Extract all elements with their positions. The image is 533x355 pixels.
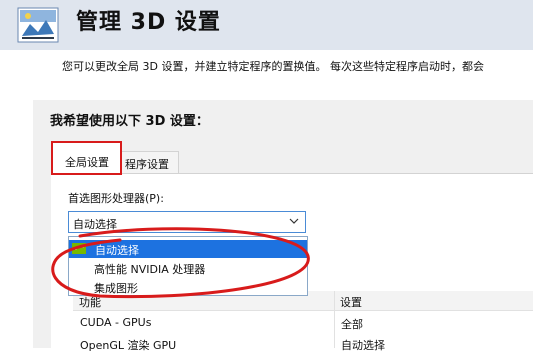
processor-dropdown-list: 自动选择 高性能 NVIDIA 处理器 集成图形 [68, 236, 308, 296]
preferred-processor-label: 首选图形处理器(P): [68, 192, 164, 205]
table-row[interactable]: CUDA - GPUs 全部 [73, 312, 533, 334]
tab-label: 全局设置 [65, 156, 109, 169]
option-label: 集成图形 [94, 282, 138, 295]
panel-title: 我希望使用以下 3D 设置： [50, 114, 209, 129]
chevron-down-icon [289, 218, 299, 224]
preferred-processor-select[interactable]: 自动选择 [68, 211, 306, 233]
column-header-feature: 功能 [79, 296, 101, 309]
page-title: 管理 3D 设置 [76, 10, 221, 35]
nvidia-icon [72, 243, 86, 254]
option-label: 自动选择 [95, 244, 139, 257]
table-row[interactable]: OpenGL 渲染 GPU 自动选择 [73, 333, 533, 355]
option-label: 高性能 NVIDIA 处理器 [94, 263, 206, 276]
tab-global-settings[interactable]: 全局设置 [51, 141, 122, 175]
feature-cell: CUDA - GPUs [80, 316, 152, 329]
option-auto-select[interactable]: 自动选择 [69, 240, 307, 258]
option-nvidia-processor[interactable]: 高性能 NVIDIA 处理器 [69, 259, 307, 277]
select-value: 自动选择 [73, 218, 117, 231]
feature-cell: OpenGL 渲染 GPU [80, 339, 177, 352]
3d-settings-icon [17, 7, 59, 43]
page-header: 管理 3D 设置 [0, 0, 533, 50]
tab-program-settings[interactable]: 程序设置 [121, 151, 179, 173]
setting-cell: 自动选择 [341, 339, 385, 352]
option-integrated-graphics[interactable]: 集成图形 [69, 278, 307, 296]
setting-cell: 全部 [341, 318, 363, 331]
page-description: 您可以更改全局 3D 设置，并建立特定程序的置换值。 每次这些特定程序启动时，都… [62, 60, 484, 73]
tab-label: 程序设置 [125, 158, 169, 171]
column-header-setting: 设置 [340, 296, 362, 309]
